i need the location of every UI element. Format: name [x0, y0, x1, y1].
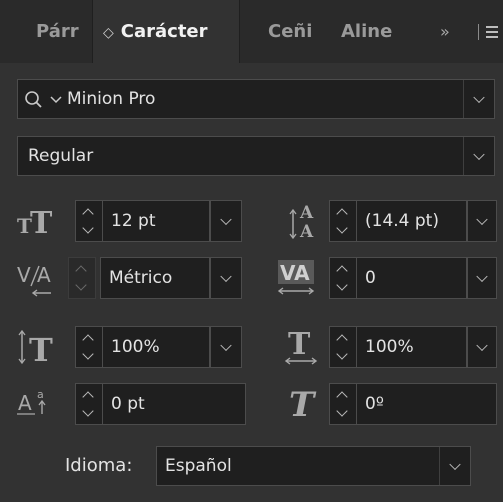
tab-paragraph[interactable]: Párr — [36, 0, 88, 63]
baseline-shift-icon: A a — [17, 388, 46, 415]
chevron-down-icon — [449, 458, 461, 471]
font-family-dropdown-button[interactable] — [463, 80, 494, 118]
tab-wrap[interactable]: Ceñi — [268, 0, 320, 63]
font-size-icon: T T — [17, 206, 53, 239]
tab-character[interactable]: ◇ Carácter — [92, 0, 240, 63]
chevron-down-icon — [220, 213, 232, 226]
tab-align-label: Aline — [341, 21, 393, 42]
search-options-chevron-icon[interactable] — [50, 95, 62, 105]
horizontal-scale-icon: T — [284, 327, 318, 365]
language-dropdown[interactable]: Español — [156, 446, 471, 486]
svg-text:a: a — [37, 388, 44, 401]
baseline-shift-input[interactable]: 0 pt — [102, 383, 246, 425]
font-style-field[interactable]: Regular — [17, 136, 495, 176]
font-family-field[interactable]: Minion Pro — [17, 79, 495, 119]
chevron-down-icon — [476, 270, 488, 283]
baseline-shift-stepper[interactable] — [75, 383, 103, 425]
font-size-stepper[interactable] — [75, 200, 103, 242]
tab-character-label: Carácter — [120, 21, 208, 42]
svg-text:A: A — [37, 263, 51, 287]
leading-stepper[interactable] — [329, 200, 357, 242]
chevron-down-icon — [476, 213, 488, 226]
horizontal-scale-stepper[interactable] — [329, 326, 357, 368]
svg-text:T: T — [288, 327, 311, 362]
chevron-down-icon — [473, 91, 485, 104]
tab-collapse-icon: ◇ — [103, 25, 114, 41]
tracking-icon: VA — [277, 260, 315, 295]
font-family-value: Minion Pro — [67, 89, 156, 109]
svg-text:T: T — [289, 385, 317, 424]
kerning-stepper[interactable] — [68, 257, 96, 299]
svg-text:A: A — [299, 203, 314, 223]
language-value: Español — [165, 456, 232, 476]
chevron-down-icon — [220, 270, 232, 283]
tab-wrap-label: Ceñi — [268, 21, 313, 42]
font-style-dropdown-button[interactable] — [463, 137, 494, 175]
chevron-down-icon — [476, 339, 488, 352]
svg-text:T: T — [29, 331, 53, 368]
tab-align[interactable]: Aline — [341, 0, 399, 63]
leading-dropdown-button[interactable] — [467, 200, 497, 242]
search-icon[interactable] — [24, 90, 46, 110]
panel-tab-bar: Párr ◇ Carácter Ceñi Aline » — [0, 0, 503, 63]
svg-text:VA: VA — [280, 261, 310, 285]
tab-overflow-icon[interactable]: » — [440, 0, 450, 63]
svg-text:A: A — [18, 391, 32, 415]
leading-icon: A A — [289, 203, 314, 242]
language-dropdown-button[interactable] — [439, 447, 470, 485]
kerning-dropdown-button[interactable] — [210, 257, 242, 299]
svg-text:A: A — [299, 222, 314, 242]
font-size-dropdown-button[interactable] — [210, 200, 242, 242]
leading-input[interactable]: (14.4 pt) — [356, 200, 467, 242]
svg-text:T: T — [30, 206, 53, 239]
vertical-scale-stepper[interactable] — [75, 326, 103, 368]
tracking-input[interactable]: 0 — [356, 257, 467, 299]
horizontal-scale-dropdown-button[interactable] — [467, 326, 497, 368]
chevron-down-icon — [220, 339, 232, 352]
font-size-input[interactable]: 12 pt — [102, 200, 210, 242]
panel-menu-icon[interactable] — [486, 26, 498, 38]
vertical-scale-dropdown-button[interactable] — [210, 326, 242, 368]
tab-separator — [478, 24, 479, 40]
rotation-stepper[interactable] — [329, 383, 357, 425]
horizontal-scale-input[interactable]: 100% — [356, 326, 467, 368]
character-rotation-icon: T — [289, 385, 317, 424]
kerning-icon: V A — [17, 263, 51, 297]
chevron-down-icon — [473, 148, 485, 161]
svg-text:V: V — [17, 263, 31, 287]
tracking-dropdown-button[interactable] — [467, 257, 497, 299]
language-label: Idioma: — [65, 455, 133, 476]
font-style-value: Regular — [28, 146, 94, 166]
tab-paragraph-label: Párr — [36, 21, 79, 42]
kerning-input[interactable]: Métrico — [100, 257, 210, 299]
tracking-stepper[interactable] — [329, 257, 357, 299]
rotation-input[interactable]: 0º — [356, 383, 497, 425]
vertical-scale-icon: T — [18, 329, 53, 368]
vertical-scale-input[interactable]: 100% — [102, 326, 210, 368]
